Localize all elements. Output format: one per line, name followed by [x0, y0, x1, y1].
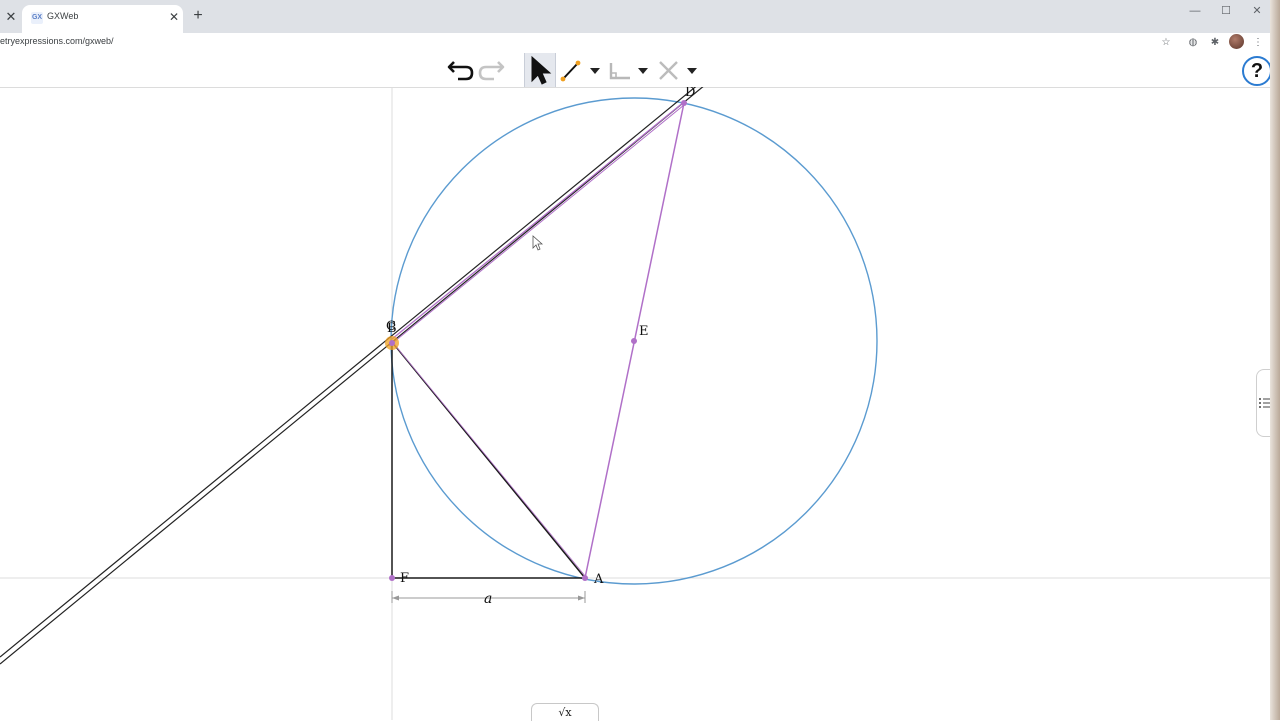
close-icon[interactable]: ✕ [166, 9, 182, 25]
chevron-down-icon[interactable] [590, 68, 600, 74]
toolbar-icons [447, 55, 697, 85]
browser-tab[interactable]: GX GXWeb ✕ [22, 5, 183, 33]
measure-tool-icon[interactable] [609, 63, 630, 80]
undo-icon[interactable] [447, 61, 474, 81]
help-button[interactable]: ? [1242, 56, 1272, 86]
gxweb-favicon-icon: GX [31, 12, 43, 24]
puzzle-icon[interactable]: ✱ [1208, 36, 1222, 50]
star-icon[interactable]: ☆ [1159, 36, 1173, 50]
chevron-down-icon[interactable] [687, 68, 697, 74]
minimize-icon[interactable]: — [1184, 4, 1206, 18]
delete-tool-icon[interactable] [659, 61, 678, 80]
point-f[interactable] [389, 575, 395, 581]
point-label-a: A [593, 572, 604, 587]
url-text[interactable]: etryexpressions.com/gxweb/ [0, 36, 114, 46]
geometry-canvas[interactable]: a D E C B F A [0, 87, 1270, 720]
redo-icon[interactable] [478, 61, 505, 81]
point-a[interactable] [582, 575, 588, 581]
maximize-icon[interactable]: ☐ [1215, 4, 1237, 18]
point-b-highlighted[interactable] [385, 336, 399, 350]
plus-icon[interactable]: + [189, 7, 207, 25]
kebab-icon[interactable]: ⋮ [1251, 36, 1265, 50]
circle-icon[interactable]: ◍ [1186, 36, 1200, 50]
chevron-down-icon[interactable] [638, 68, 648, 74]
window-edge [1270, 0, 1280, 720]
mouse-cursor-icon [532, 235, 544, 251]
address-bar[interactable]: etryexpressions.com/gxweb/ ☆ ◍ ✱ ⋮ [0, 33, 1280, 54]
close-icon[interactable]: ✕ [2, 8, 20, 26]
close-icon[interactable]: ✕ [1246, 4, 1268, 18]
point-label-d: D [685, 87, 695, 100]
point-label-f: F [400, 571, 409, 586]
select-arrow-icon[interactable] [531, 55, 552, 85]
segment-tool-icon[interactable] [560, 60, 581, 82]
browser-tab-strip: ✕ GX GXWeb ✕ + — ☐ ✕ [0, 0, 1280, 33]
point-e[interactable] [631, 338, 637, 344]
measurement-label: a [484, 591, 492, 607]
point-d[interactable] [681, 100, 687, 106]
tab-title: GXWeb [47, 11, 79, 21]
triangle-bfa[interactable] [391, 341, 587, 579]
point-label-b: B [387, 321, 397, 336]
list-icon [1259, 398, 1270, 408]
formula-panel-tab[interactable]: √x [531, 703, 599, 721]
point-label-e: E [639, 324, 649, 339]
avatar[interactable] [1229, 34, 1244, 49]
